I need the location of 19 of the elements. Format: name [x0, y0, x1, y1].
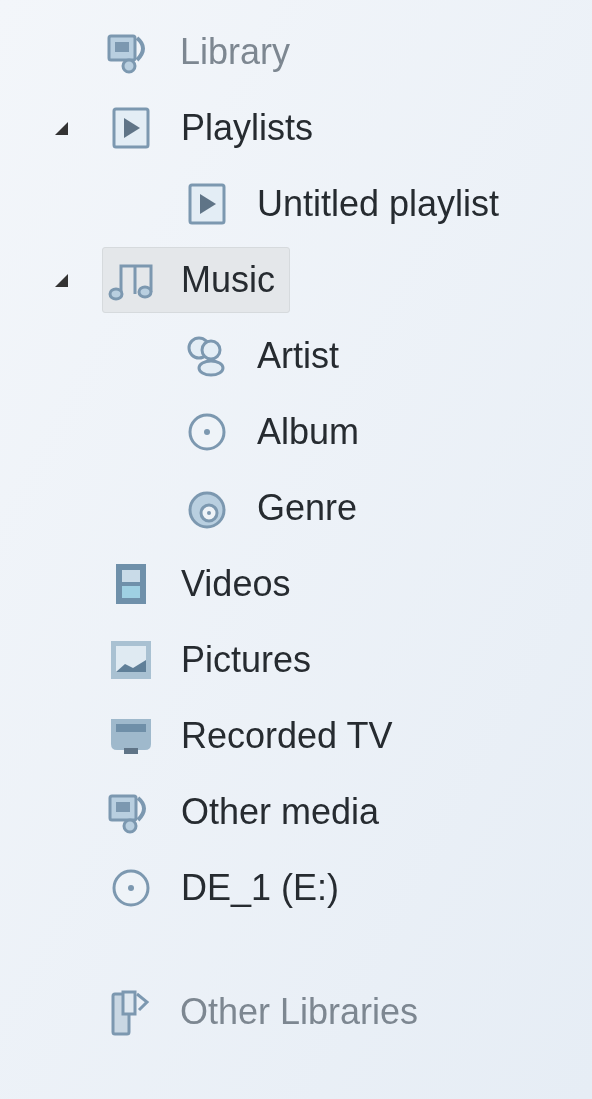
- tree-item[interactable]: Untitled playlist: [178, 171, 515, 237]
- film-icon: [113, 562, 149, 606]
- disc-icon: [187, 412, 227, 452]
- tree-item[interactable]: DE_1 (E:): [102, 855, 355, 921]
- tree-item[interactable]: Recorded TV: [102, 703, 408, 769]
- playlist-icon: [187, 182, 227, 226]
- tree-item[interactable]: Music: [102, 247, 290, 313]
- playlist-icon: [111, 106, 151, 150]
- tree-item[interactable]: Artist: [178, 323, 354, 389]
- tree-item[interactable]: Genre: [178, 475, 373, 541]
- picture-icon: [109, 638, 153, 682]
- tv-icon: [108, 716, 154, 756]
- library-stack-icon: [109, 988, 151, 1036]
- tree-item[interactable]: Other media: [102, 779, 395, 845]
- tree-item[interactable]: Videos: [102, 551, 306, 617]
- tree-item[interactable]: Playlists: [102, 95, 329, 161]
- disc-icon: [111, 868, 151, 908]
- tree-item[interactable]: Pictures: [102, 627, 327, 693]
- tree-item[interactable]: Album: [178, 399, 375, 465]
